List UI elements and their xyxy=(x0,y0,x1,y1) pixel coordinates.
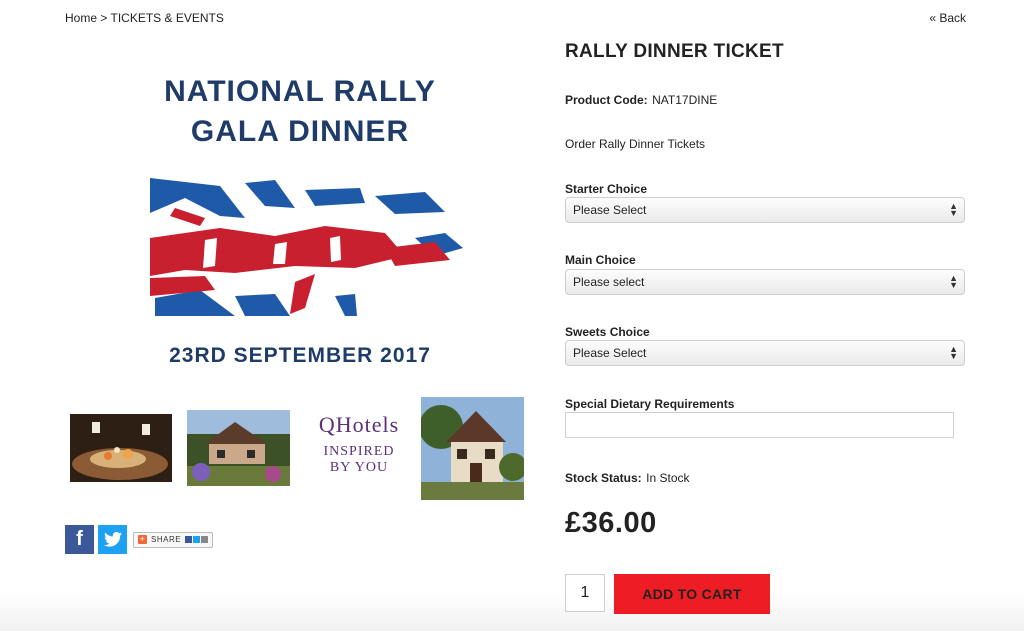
main-choice-value: Please select xyxy=(573,275,645,289)
dietary-requirements-label: Special Dietary Requirements xyxy=(565,397,735,411)
add-to-cart-button[interactable]: ADD TO CART xyxy=(614,574,770,614)
hero-event-date: 23RD SEPTEMBER 2017 xyxy=(169,344,431,367)
share-label: SHARE xyxy=(151,535,182,544)
share-button[interactable]: + SHARE xyxy=(133,531,214,548)
breadcrumb-separator: > xyxy=(100,11,108,25)
facebook-icon[interactable]: f xyxy=(65,525,94,554)
hero-title-line2: GALA DINNER xyxy=(190,115,410,148)
main-choice-select[interactable]: Please select ▲ ▼ xyxy=(565,269,965,295)
breadcrumb-current-link[interactable]: TICKETS & EVENTS xyxy=(111,11,224,25)
stock-status: Stock Status: In Stock xyxy=(565,469,690,487)
thumbnail-hotel-garden[interactable] xyxy=(187,410,290,486)
mini-email-icon xyxy=(201,536,209,543)
product-code-label: Product Code: xyxy=(565,93,648,107)
main-choice-label: Main Choice xyxy=(565,253,636,267)
qhotels-logo-text: QHotels xyxy=(318,412,400,437)
product-title: RALLY DINNER TICKET xyxy=(565,41,784,62)
select-arrows-icon: ▲ ▼ xyxy=(949,201,958,218)
qhotels-tagline-line2: BY YOU xyxy=(329,460,389,476)
thumbnail-dinner-table[interactable] xyxy=(70,414,172,482)
share-plus-icon: + xyxy=(138,534,147,544)
hero-title-line1: NATIONAL RALLY xyxy=(164,75,436,108)
back-link[interactable]: « Back xyxy=(929,11,966,25)
stock-status-label: Stock Status: xyxy=(565,471,642,485)
product-code: Product Code: NAT17DINE xyxy=(565,91,717,109)
product-price: £36.00 xyxy=(565,507,657,539)
breadcrumb: Home > TICKETS & EVENTS xyxy=(65,11,224,25)
starter-choice-select[interactable]: Please Select ▲ ▼ xyxy=(565,197,965,223)
social-share-bar: f + SHARE xyxy=(65,525,214,554)
sweets-choice-select[interactable]: Please Select ▲ ▼ xyxy=(565,340,965,366)
union-flag-graphic xyxy=(150,178,463,316)
thumbnail-qhotels-logo[interactable]: QHotels INSPIRED BY YOU xyxy=(316,412,402,488)
mini-twitter-icon xyxy=(193,536,201,543)
select-arrows-icon: ▲ ▼ xyxy=(949,344,958,361)
mini-facebook-icon xyxy=(185,536,193,543)
sweets-choice-label: Sweets Choice xyxy=(565,325,650,339)
twitter-icon[interactable] xyxy=(98,525,127,554)
select-arrows-icon: ▲ ▼ xyxy=(949,273,958,290)
share-service-icons xyxy=(185,536,209,543)
event-main-image[interactable]: NATIONAL RALLY GALA DINNER 23RD SEPTEMBE… xyxy=(120,60,480,380)
page-bottom-shade xyxy=(0,591,1024,631)
starter-choice-value: Please Select xyxy=(573,203,647,217)
starter-choice-label: Starter Choice xyxy=(565,182,648,196)
thumbnail-hotel-exterior[interactable] xyxy=(421,397,524,500)
stock-status-value: In Stock xyxy=(646,471,690,485)
quantity-input[interactable]: 1 xyxy=(565,574,605,612)
breadcrumb-home-link[interactable]: Home xyxy=(65,11,97,25)
dietary-requirements-input[interactable] xyxy=(565,412,954,438)
product-code-value: NAT17DINE xyxy=(652,93,718,107)
sweets-choice-value: Please Select xyxy=(573,346,647,360)
qhotels-tagline-line1: INSPIRED xyxy=(323,444,395,459)
product-description: Order Rally Dinner Tickets xyxy=(565,137,706,151)
